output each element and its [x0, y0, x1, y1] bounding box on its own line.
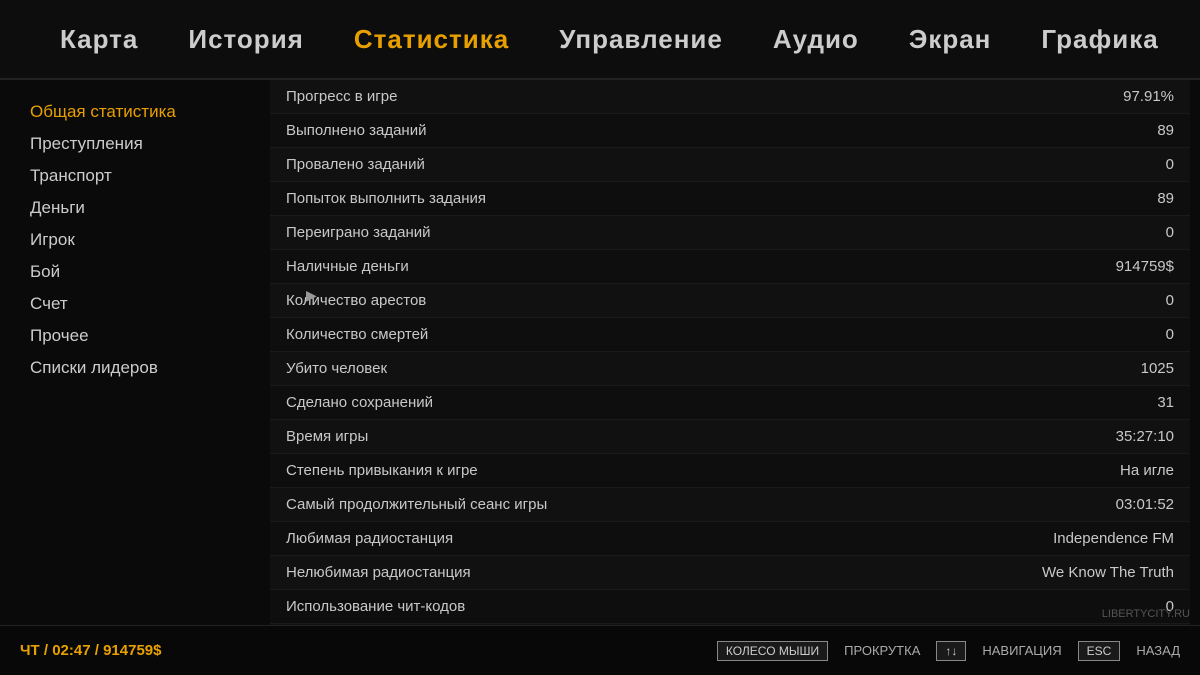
stat-value-0: 97.91% [994, 88, 1174, 105]
stat-row-3: Попыток выполнить задания 89 [270, 182, 1190, 216]
stat-value-11: На игле [994, 462, 1174, 479]
stat-row-15: Использование чит-кодов0 [270, 590, 1190, 624]
stat-row-1: Выполнено заданий 89 [270, 114, 1190, 148]
sidebar-item-7[interactable]: Прочее [30, 324, 230, 348]
sidebar-item-2[interactable]: Транспорт [30, 164, 230, 188]
watermark: LIBERTYCITY.RU [1102, 608, 1190, 620]
stat-value-3: 89 [994, 190, 1174, 207]
sidebar-item-0[interactable]: Общая статистика [30, 100, 230, 124]
stat-value-6: 0 [994, 292, 1174, 309]
stat-row-6: Количество арестов0 [270, 284, 1190, 318]
stat-value-5: 914759$ [994, 258, 1174, 275]
stat-label-15: Использование чит-кодов [286, 598, 465, 615]
stat-label-1: Выполнено заданий [286, 122, 426, 139]
stat-label-13: Любимая радиостанция [286, 530, 453, 547]
stat-row-4: Переиграно заданий 0 [270, 216, 1190, 250]
nav-item-история[interactable]: История [188, 24, 303, 55]
nav-item-статистика[interactable]: Статистика [354, 24, 509, 55]
back-key-badge: ESC [1078, 641, 1121, 661]
stat-row-14: Нелюбимая радиостанция We Know The Truth [270, 556, 1190, 590]
stat-label-12: Самый продолжительный сеанс игры [286, 496, 547, 513]
stat-label-2: Провалено заданий [286, 156, 425, 173]
stat-row-2: Провалено заданий 0 [270, 148, 1190, 182]
main-content: Общая статистика Преступления Транспорт Ден… [0, 80, 1200, 625]
stat-label-10: Время игры [286, 428, 368, 445]
stat-value-10: 35:27:10 [994, 428, 1174, 445]
nav-key-badge: ↑↓ [936, 641, 966, 661]
stat-label-14: Нелюбимая радиостанция [286, 564, 471, 581]
stat-value-7: 0 [994, 326, 1174, 343]
sidebar-item-4[interactable]: Игрок [30, 228, 230, 252]
stat-row-8: Убито человек 1025 [270, 352, 1190, 386]
sidebar-item-5[interactable]: Бой [30, 260, 230, 284]
stat-value-12: 03:01:52 [994, 496, 1174, 513]
scroll-label: ПРОКРУТКА [844, 643, 920, 658]
stat-row-10: Время игры 35:27:10 [270, 420, 1190, 454]
nav-item-графика[interactable]: Графика [1041, 24, 1158, 55]
stat-row-0: Прогресс в игре 97.91% [270, 80, 1190, 114]
stat-value-8: 1025 [994, 360, 1174, 377]
stat-row-5: Наличные деньги 914759$ [270, 250, 1190, 284]
nav-item-карта[interactable]: Карта [60, 24, 138, 55]
sidebar-item-3[interactable]: Деньги [30, 196, 230, 220]
stat-row-11: Степень привыкания к игре На игле [270, 454, 1190, 488]
sidebar: Общая статистика Преступления Транспорт Ден… [0, 80, 260, 625]
nav-item-экран[interactable]: Экран [909, 24, 992, 55]
status-left-text: ЧТ / 02:47 / 914759$ [20, 642, 161, 659]
stat-label-5: Наличные деньги [286, 258, 409, 275]
stat-value-4: 0 [994, 224, 1174, 241]
status-right-controls: КОЛЕСО МЫШИ ПРОКРУТКА ↑↓ НАВИГАЦИЯ ESC Н… [717, 641, 1180, 661]
stat-row-7: Количество смертей 0 [270, 318, 1190, 352]
top-nav: Карта История Статистика Управление Аудио Экр… [0, 0, 1200, 80]
status-bar: ЧТ / 02:47 / 914759$ КОЛЕСО МЫШИ ПРОКРУТ… [0, 625, 1200, 675]
stat-label-4: Переиграно заданий [286, 224, 431, 241]
sidebar-item-8[interactable]: Списки лидеров [30, 356, 230, 380]
stat-label-0: Прогресс в игре [286, 88, 397, 105]
stat-label-3: Попыток выполнить задания [286, 190, 486, 207]
stat-row-13: Любимая радиостанция Independence FM [270, 522, 1190, 556]
stat-row-9: Сделано сохранений 31 [270, 386, 1190, 420]
nav-item-управление[interactable]: Управление [559, 24, 723, 55]
stat-label-11: Степень привыкания к игре [286, 462, 478, 479]
stat-value-2: 0 [994, 156, 1174, 173]
stat-label-7: Количество смертей [286, 326, 428, 343]
nav-label: НАВИГАЦИЯ [982, 643, 1061, 658]
stat-row-12: Самый продолжительный сеанс игры 03:01:52 [270, 488, 1190, 522]
stat-label-9: Сделано сохранений [286, 394, 433, 411]
stat-value-1: 89 [994, 122, 1174, 139]
cursor-indicator: ▶ [306, 287, 314, 303]
nav-item-аудио[interactable]: Аудио [773, 24, 859, 55]
stats-area: Прогресс в игре 97.91% Выполнено заданий 89… [260, 80, 1200, 625]
stat-value-9: 31 [994, 394, 1174, 411]
sidebar-item-1[interactable]: Преступления [30, 132, 230, 156]
stat-value-14: We Know The Truth [994, 564, 1174, 581]
stat-value-13: Independence FM [994, 530, 1174, 547]
sidebar-item-6[interactable]: Счет [30, 292, 230, 316]
scroll-key-badge: КОЛЕСО МЫШИ [717, 641, 828, 661]
stat-label-8: Убито человек [286, 360, 387, 377]
back-label: НАЗАД [1136, 643, 1180, 658]
